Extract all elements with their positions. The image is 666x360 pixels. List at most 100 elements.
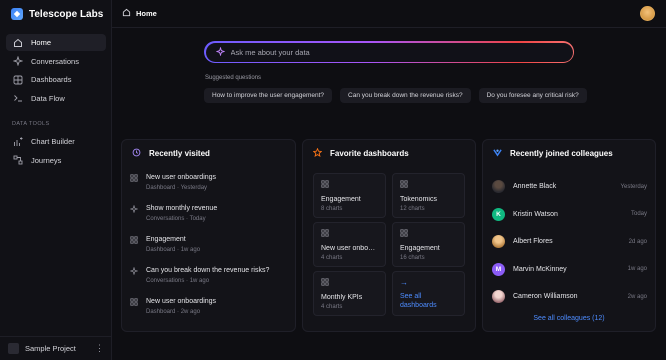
item-when: 1w ago: [180, 247, 201, 253]
colleague-name: Kristin Watson: [513, 210, 558, 218]
suggestion-chip[interactable]: Can you break down the revenue risks?: [340, 88, 471, 103]
sidebar-item-label: Journeys: [31, 155, 62, 165]
list-item-meta: Conversations · 1w ago: [146, 278, 210, 284]
sidebar-item-dashboards[interactable]: Dashboards: [6, 71, 106, 88]
avatar: [492, 180, 505, 194]
list-item[interactable]: Cameron Williamson 2w ago: [492, 283, 647, 311]
topbar: Home: [112, 0, 666, 28]
project-avatar: [8, 343, 19, 354]
list-item-text: Engagement Dashboard · 1w ago: [146, 235, 200, 266]
sidebar-item-label: Chart Builder: [31, 137, 75, 146]
colleague-name: Marvin McKinney: [513, 265, 567, 273]
grid-icon: [400, 180, 408, 188]
list-item[interactable]: Albert Flores 2d ago: [492, 228, 647, 256]
tile-subtitle: 8 charts: [321, 206, 343, 212]
card-title: Favorite dashboards: [330, 149, 409, 158]
brand[interactable]: Telescope Labs: [11, 8, 103, 20]
colleagues-card: Recently joined colleagues Annette Black…: [482, 139, 656, 332]
item-type: Conversations: [146, 216, 185, 222]
tile-title: Monthly KPIs: [321, 294, 363, 301]
dashboard-tile[interactable]: Engagement 16 charts: [392, 222, 465, 267]
item-when: Yesterday: [180, 185, 208, 191]
sidebar-item-home[interactable]: Home: [6, 34, 106, 51]
grid-icon: [321, 278, 329, 286]
app-name: Telescope Labs: [29, 8, 104, 20]
list-item-title: Show monthly revenue: [146, 205, 218, 212]
tile-subtitle: 4 charts: [321, 255, 343, 261]
list-item-meta: Dashboard · Yesterday: [146, 185, 208, 191]
colleague-joined: 2w ago: [627, 293, 647, 300]
card-title: Recently joined colleagues: [510, 149, 613, 158]
card-header: Recently joined colleagues: [493, 148, 613, 159]
suggestion-chips: How to improve the user engagement? Can …: [204, 88, 587, 103]
search-input[interactable]: [230, 47, 573, 57]
dashboard-tile[interactable]: New user onboardings 4 charts: [313, 222, 386, 267]
dashboard-tile[interactable]: Engagement 8 charts: [313, 173, 386, 218]
grid-icon: [130, 236, 138, 244]
grid-icon: [130, 174, 138, 182]
dashboard-tile[interactable]: Tokenomics 12 charts: [392, 173, 465, 218]
avatar: [492, 290, 505, 304]
arrow-right-icon: →: [400, 278, 408, 287]
list-item[interactable]: Can you break down the revenue risks? Co…: [130, 266, 290, 297]
home-icon: [122, 8, 131, 19]
item-type: Dashboard: [146, 247, 176, 253]
grid-icon: [321, 180, 329, 188]
see-all-colleagues-link[interactable]: See all colleagues (12): [483, 315, 655, 322]
tile-subtitle: 16 charts: [400, 255, 425, 261]
list-item[interactable]: Show monthly revenue Conversations · Tod…: [130, 204, 290, 235]
dashboard-tile[interactable]: Monthly KPIs 4 charts: [313, 271, 386, 316]
sidebar-item-chart-builder[interactable]: Chart Builder: [6, 133, 106, 150]
sidebar: Telescope Labs Home Conversations Dashbo…: [0, 0, 112, 360]
favorite-dashboards-card: Favorite dashboards Engagement 8 charts …: [302, 139, 476, 332]
colleagues-list: Annette Black Yesterday K Kristin Watson…: [492, 173, 647, 311]
list-item[interactable]: M Marvin McKinney 1w ago: [492, 256, 647, 284]
sidebar-item-journeys[interactable]: Journeys: [6, 152, 106, 169]
recent-list: New user onboardings Dashboard · Yesterd…: [130, 173, 290, 328]
main-nav: Home Conversations Dashboards Data Flow: [6, 34, 106, 108]
colleague-name: Annette Black: [513, 183, 557, 191]
list-item[interactable]: New user onboardings Dashboard · Yesterd…: [130, 173, 290, 204]
tile-title: Engagement: [400, 245, 440, 252]
sparkle-icon: [12, 56, 23, 67]
sparkle-icon: [130, 267, 138, 275]
item-type: Dashboard: [146, 309, 176, 315]
sparkle-icon: [130, 205, 138, 213]
see-all-dashboards-tile[interactable]: → See all dashboards: [392, 271, 465, 316]
item-when: 1w ago: [189, 278, 210, 284]
see-all-dashboards-link[interactable]: See all dashboards: [400, 292, 457, 310]
sidebar-item-conversations[interactable]: Conversations: [6, 53, 106, 70]
dashboard-grid: Engagement 8 charts Tokenomics 12 charts…: [313, 173, 468, 316]
user-avatar[interactable]: [640, 6, 655, 21]
list-item-text: Show monthly revenue Conversations · Tod…: [146, 204, 217, 235]
sidebar-item-data-flow[interactable]: Data Flow: [6, 90, 106, 107]
page-title: Home: [136, 9, 157, 18]
journey-icon: [12, 155, 23, 166]
item-when: 2w ago: [180, 309, 201, 315]
clock-icon: [132, 148, 141, 159]
star-icon: [312, 147, 323, 159]
suggestion-chip[interactable]: Do you foresee any critical risk?: [478, 88, 587, 103]
grid-icon: [130, 298, 138, 306]
list-item-text: Can you break down the revenue risks? Co…: [146, 266, 269, 297]
list-item[interactable]: Annette Black Yesterday: [492, 173, 647, 201]
project-switcher[interactable]: Sample Project ⋮: [0, 336, 112, 360]
colleague-name: Albert Flores: [513, 238, 553, 246]
sidebar-item-label: Conversations: [31, 56, 79, 66]
avatar: [492, 235, 505, 249]
sidebar-item-label: Home: [31, 38, 52, 47]
recently-visited-card: Recently visited New user onboardings Da…: [121, 139, 296, 332]
list-item-text: New user onboardings Dashboard · 2w ago: [146, 297, 216, 328]
sparkle-icon: [214, 45, 226, 58]
colleague-joined: 2d ago: [628, 238, 647, 245]
more-vertical-icon[interactable]: ⋮: [95, 343, 104, 354]
colleague-name: Cameron Williamson: [513, 293, 578, 301]
list-item[interactable]: K Kristin Watson Today: [492, 201, 647, 229]
telescope-logo-icon: [11, 8, 23, 20]
list-item[interactable]: Engagement Dashboard · 1w ago: [130, 235, 290, 266]
card-header: Favorite dashboards: [312, 147, 409, 159]
list-item[interactable]: New user onboardings Dashboard · 2w ago: [130, 297, 290, 328]
list-item-text: New user onboardings Dashboard · Yesterd…: [146, 173, 216, 204]
list-item-meta: Dashboard · 2w ago: [146, 309, 201, 315]
suggestion-chip[interactable]: How to improve the user engagement?: [204, 88, 333, 103]
